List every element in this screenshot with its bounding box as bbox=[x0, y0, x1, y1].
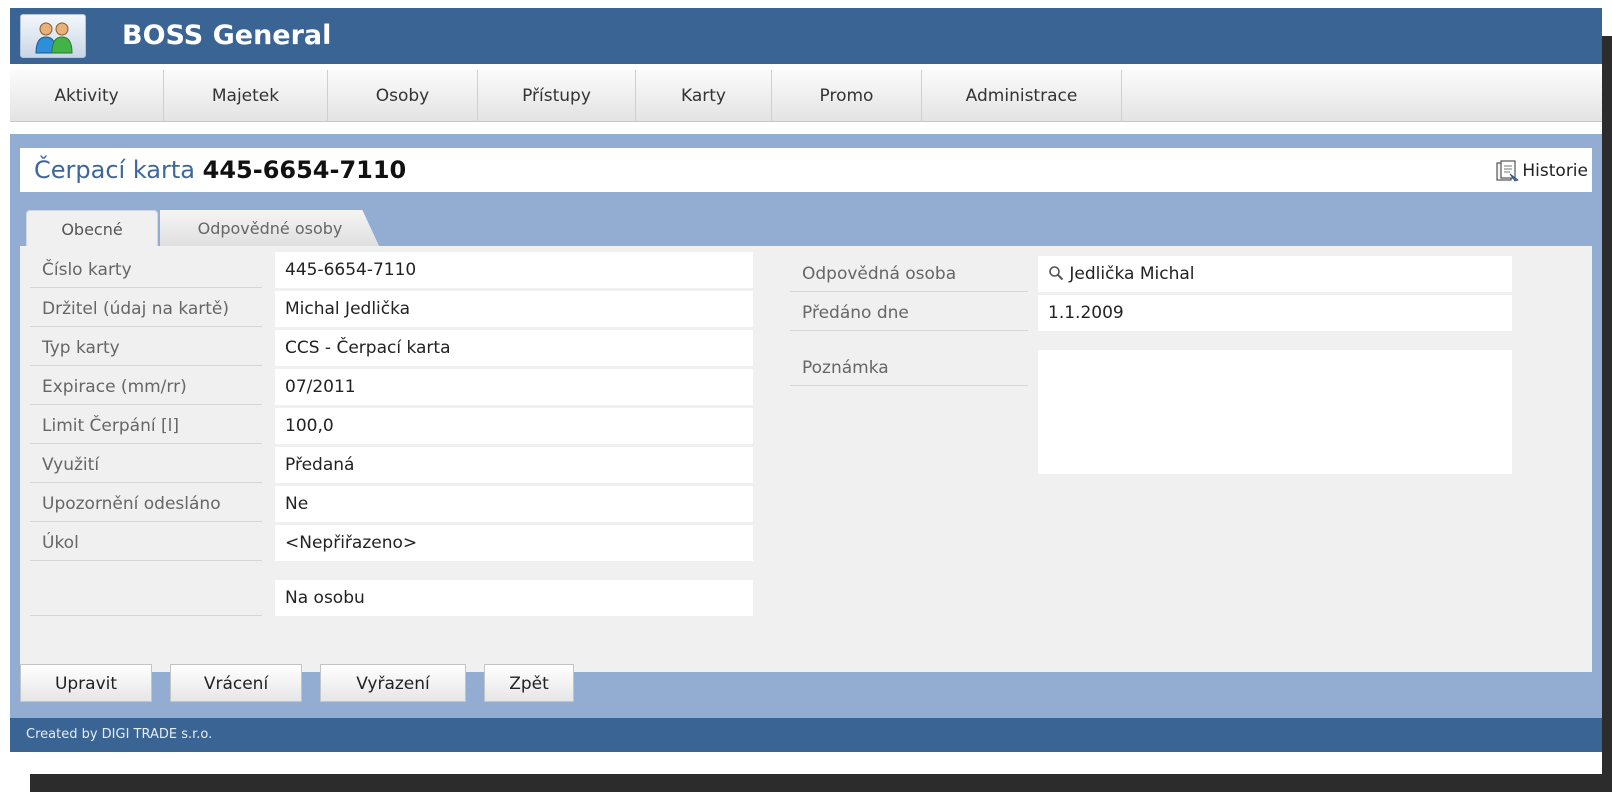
note-field bbox=[1038, 350, 1512, 474]
form-label: Expirace (mm/rr) bbox=[30, 369, 262, 405]
footer-credit: Created by DIGI TRADE s.r.o. bbox=[26, 727, 213, 742]
tab-odpovedne-osoby[interactable]: Odpovědné osoby bbox=[160, 210, 380, 248]
limit-value: 100,0 bbox=[275, 408, 753, 444]
form-label: Úkol bbox=[30, 525, 262, 561]
history-link[interactable]: Historie bbox=[1494, 160, 1588, 182]
responsible-person-value[interactable]: Jedlička Michal bbox=[1038, 256, 1512, 292]
usage-value: Předaná bbox=[275, 447, 753, 483]
app-window: BOSS General Aktivity Majetek Osoby Přís… bbox=[10, 8, 1602, 774]
page-title-label: Čerpací karta bbox=[34, 156, 195, 184]
search-icon[interactable] bbox=[1048, 265, 1064, 281]
content-panel: Čerpací karta 445-6654-7110 Historie Odp… bbox=[10, 134, 1602, 720]
form-label: Poznámka bbox=[790, 350, 1028, 386]
app-logo bbox=[20, 14, 86, 58]
app-footer: Created by DIGI TRADE s.r.o. bbox=[10, 718, 1602, 752]
menu-item-aktivity[interactable]: Aktivity bbox=[10, 70, 164, 122]
form-label: Typ karty bbox=[30, 330, 262, 366]
general-form: Číslo karty 445-6654-7110 Držitel (údaj … bbox=[20, 246, 1592, 672]
form-label: Limit Čerpání [l] bbox=[30, 408, 262, 444]
history-icon bbox=[1496, 160, 1520, 182]
page-title-bar: Čerpací karta 445-6654-7110 Historie bbox=[20, 148, 1592, 192]
task-value: <Nepřiřazeno> bbox=[275, 525, 753, 561]
page-title: Čerpací karta 445-6654-7110 bbox=[34, 156, 406, 184]
card-type-value: CCS - Čerpací karta bbox=[275, 330, 753, 366]
menu-item-osoby[interactable]: Osoby bbox=[328, 70, 478, 122]
edit-button[interactable]: Upravit bbox=[20, 664, 152, 702]
holder-value: Michal Jedlička bbox=[275, 291, 753, 327]
expiration-value: 07/2011 bbox=[275, 369, 753, 405]
form-label: Upozornění odesláno bbox=[30, 486, 262, 522]
menu-item-administrace[interactable]: Administrace bbox=[922, 70, 1122, 122]
notification-value: Ne bbox=[275, 486, 753, 522]
card-number-value: 445-6654-7110 bbox=[275, 252, 753, 288]
form-label: Využití bbox=[30, 447, 262, 483]
assignment-value: Na osobu bbox=[275, 580, 753, 616]
return-button[interactable]: Vrácení bbox=[170, 664, 302, 702]
app-header: BOSS General bbox=[10, 8, 1602, 64]
history-label: Historie bbox=[1522, 161, 1588, 181]
tab-obecne[interactable]: Obecné bbox=[26, 210, 158, 248]
menu-item-majetek[interactable]: Majetek bbox=[164, 70, 328, 122]
page-title-number: 445-6654-7110 bbox=[202, 156, 407, 184]
window-shadow-right bbox=[1602, 36, 1612, 788]
back-button[interactable]: Zpět bbox=[484, 664, 574, 702]
form-label: Odpovědná osoba bbox=[790, 256, 1028, 292]
discard-button[interactable]: Vyřazení bbox=[320, 664, 466, 702]
people-icon bbox=[35, 22, 73, 54]
form-label: Držitel (údaj na kartě) bbox=[30, 291, 262, 327]
menu-item-karty[interactable]: Karty bbox=[636, 70, 772, 122]
form-label: Předáno dne bbox=[790, 295, 1028, 331]
form-label: Číslo karty bbox=[30, 252, 262, 288]
handed-over-value: 1.1.2009 bbox=[1038, 295, 1512, 331]
app-title: BOSS General bbox=[122, 20, 332, 51]
main-menu: Aktivity Majetek Osoby Přístupy Karty Pr… bbox=[10, 70, 1602, 122]
menu-item-pristupy[interactable]: Přístupy bbox=[478, 70, 636, 122]
form-label bbox=[30, 580, 262, 616]
window-shadow-bottom bbox=[30, 772, 1612, 792]
menu-item-promo[interactable]: Promo bbox=[772, 70, 922, 122]
responsible-person-name: Jedlička Michal bbox=[1069, 264, 1195, 284]
